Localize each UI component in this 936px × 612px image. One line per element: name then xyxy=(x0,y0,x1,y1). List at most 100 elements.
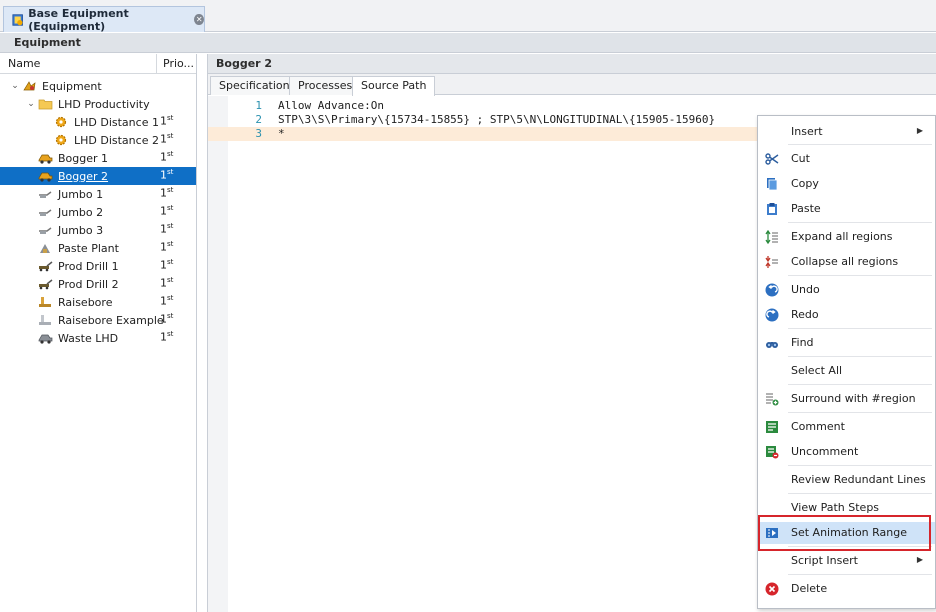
column-header-priority[interactable]: Prio... xyxy=(157,54,194,73)
tree-item-label: Jumbo 3 xyxy=(58,223,104,237)
loader-icon xyxy=(38,172,53,182)
menu-item-label: Redo xyxy=(791,308,819,321)
priority-value: 1st xyxy=(160,330,174,344)
priority-value: 1st xyxy=(160,222,174,236)
menu-item-label: Undo xyxy=(791,283,820,296)
priority-value: 1st xyxy=(160,240,174,254)
menu-item-expand-all-regions[interactable]: Expand all regions xyxy=(758,226,935,248)
tree-item-lhd-productivity[interactable]: ⌄ LHD Productivity xyxy=(0,95,196,113)
tab-processes[interactable]: Processes xyxy=(289,76,362,95)
priority-value: 1st xyxy=(160,258,174,272)
priority-value: 1st xyxy=(160,312,174,326)
tree-item-bogger-1[interactable]: Bogger 1 1st xyxy=(0,149,196,167)
tree-item-lhd-distance-1[interactable]: LHD Distance 1 1st xyxy=(0,113,196,131)
panel-header: Equipment xyxy=(0,33,936,53)
jumbo-drill-icon xyxy=(39,209,52,216)
document-tab-strip: Base Equipment (Equipment) ✕ xyxy=(0,0,936,33)
tree-item-paste-plant[interactable]: Paste Plant 1st xyxy=(0,239,196,257)
tree-item-jumbo-3[interactable]: Jumbo 3 1st xyxy=(0,221,196,239)
tree-item-label: Waste LHD xyxy=(58,331,119,345)
menu-separator xyxy=(788,493,932,494)
comment-icon xyxy=(766,421,778,433)
chevron-down-icon[interactable]: ⌄ xyxy=(26,99,36,109)
tree-item-label: LHD Productivity xyxy=(58,97,150,111)
menu-separator xyxy=(788,328,932,329)
menu-item-label: View Path Steps xyxy=(791,501,880,514)
menu-item-uncomment[interactable]: Uncomment xyxy=(758,441,935,463)
tree-item-label: Jumbo 1 xyxy=(58,187,104,201)
menu-item-select-all[interactable]: Select All xyxy=(758,360,935,382)
expand-regions-icon xyxy=(765,230,778,244)
menu-item-label: Copy xyxy=(791,177,819,190)
equipment-document-icon xyxy=(12,13,23,26)
priority-value: 1st xyxy=(160,204,174,218)
column-header-name[interactable]: Name xyxy=(0,54,157,73)
code-text: STP\3\S\Primary\{15734-15855} ; STP\5\N\… xyxy=(278,113,716,126)
tree-item-waste-lhd[interactable]: Waste LHD 1st xyxy=(0,329,196,347)
tree-item-label: Equipment xyxy=(42,79,102,93)
menu-separator xyxy=(788,275,932,276)
tree-item-prod-drill-1[interactable]: Prod Drill 1 1st xyxy=(0,257,196,275)
priority-value: 1st xyxy=(160,168,174,182)
tree-item-prod-drill-2[interactable]: Prod Drill 2 1st xyxy=(0,275,196,293)
gear-icon xyxy=(55,134,67,146)
editor-gutter xyxy=(208,96,228,612)
menu-item-label: Uncomment xyxy=(791,445,859,458)
menu-item-comment[interactable]: Comment xyxy=(758,416,935,438)
menu-item-label: Paste xyxy=(791,202,821,215)
tree-item-raisebore[interactable]: Raisebore 1st xyxy=(0,293,196,311)
priority-value: 1st xyxy=(160,150,174,164)
line-number: 1 xyxy=(255,99,262,112)
code-text: * xyxy=(278,127,285,140)
priority-value: 1st xyxy=(160,132,174,146)
jumbo-drill-icon xyxy=(39,227,52,234)
priority-value: 1st xyxy=(160,114,174,128)
menu-item-cut[interactable]: Cut xyxy=(758,148,935,170)
highlight-frame xyxy=(758,515,931,551)
submenu-arrow-icon: ▶ xyxy=(916,126,923,135)
close-icon[interactable]: ✕ xyxy=(194,14,204,25)
menu-item-find[interactable]: Find xyxy=(758,332,935,354)
tree-item-label: Jumbo 2 xyxy=(58,205,104,219)
menu-item-label: Comment xyxy=(791,420,845,433)
menu-separator xyxy=(788,574,932,575)
chevron-down-icon[interactable]: ⌄ xyxy=(10,81,20,91)
tree-item-bogger-2[interactable]: Bogger 2 1st xyxy=(0,167,196,185)
line-number: 3 xyxy=(255,127,262,140)
tree-item-label: LHD Distance 1 xyxy=(74,115,159,129)
menu-item-surround-with-region[interactable]: Surround with #region xyxy=(758,388,935,410)
tree-item-jumbo-1[interactable]: Jumbo 1 1st xyxy=(0,185,196,203)
prod-drill-icon xyxy=(39,279,53,290)
jumbo-drill-icon xyxy=(39,191,52,198)
line-number: 2 xyxy=(255,113,262,126)
priority-value: 1st xyxy=(160,186,174,200)
menu-item-paste[interactable]: Paste xyxy=(758,198,935,220)
raisebore-icon xyxy=(39,315,51,325)
tree-item-raisebore-example[interactable]: Raisebore Example 1st xyxy=(0,311,196,329)
menu-item-insert[interactable]: Insert ▶ xyxy=(758,121,935,143)
tree-item-jumbo-2[interactable]: Jumbo 2 1st xyxy=(0,203,196,221)
menu-item-undo[interactable]: Undo xyxy=(758,279,935,301)
tree-item-label: Paste Plant xyxy=(58,241,119,255)
redo-icon xyxy=(765,308,779,322)
menu-item-copy[interactable]: Copy xyxy=(758,173,935,195)
menu-item-delete[interactable]: Delete xyxy=(758,578,935,600)
menu-item-label: Surround with #region xyxy=(791,392,916,405)
menu-item-collapse-all-regions[interactable]: Collapse all regions xyxy=(758,251,935,273)
tree-item-equipment[interactable]: ⌄ Equipment xyxy=(0,77,196,95)
code-line[interactable]: 1 Allow Advance:On xyxy=(208,99,936,113)
tree-item-label: LHD Distance 2 xyxy=(74,133,159,147)
menu-item-review-redundant-lines[interactable]: Review Redundant Lines xyxy=(758,469,935,491)
prod-drill-icon xyxy=(39,261,53,272)
panel-title: Equipment xyxy=(14,36,81,49)
menu-item-label: Expand all regions xyxy=(791,230,893,243)
document-tab[interactable]: Base Equipment (Equipment) ✕ xyxy=(3,6,205,33)
menu-item-label: Review Redundant Lines xyxy=(791,473,926,486)
tree-item-lhd-distance-2[interactable]: LHD Distance 2 1st xyxy=(0,131,196,149)
menu-item-redo[interactable]: Redo xyxy=(758,304,935,326)
menu-item-script-insert[interactable]: Script Insert ▶ xyxy=(758,550,935,572)
menu-item-label: Insert xyxy=(791,125,823,138)
loader-icon xyxy=(38,154,53,164)
tab-source-path[interactable]: Source Path xyxy=(352,76,436,96)
menu-item-label: Collapse all regions xyxy=(791,255,899,268)
